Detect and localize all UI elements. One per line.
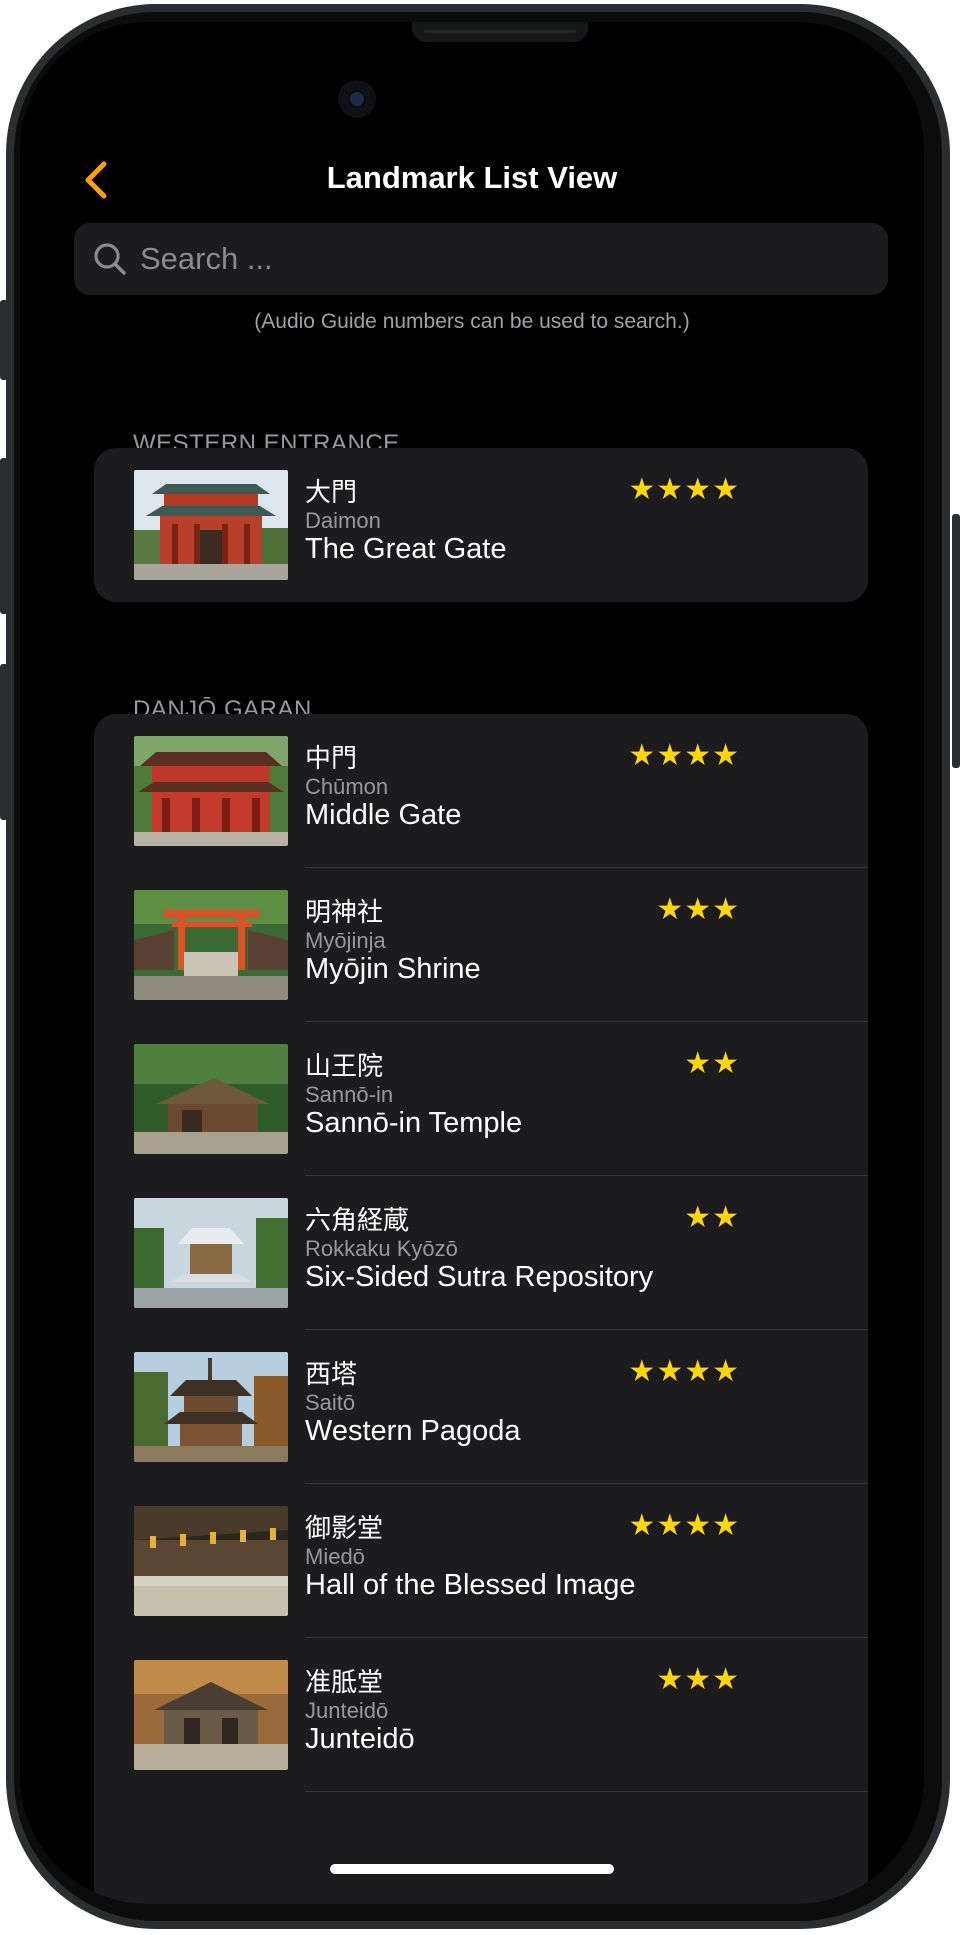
star-rating: ★★★★ xyxy=(628,473,740,506)
front-camera xyxy=(338,80,376,118)
landmark-english-name: Six-Sided Sutra Repository xyxy=(305,1261,654,1293)
landmark-row-junteido[interactable]: 准胝堂 Junteidō Junteidō ★★★ xyxy=(94,1638,868,1792)
landmark-english-name: The Great Gate xyxy=(305,533,507,565)
landmark-thumbnail xyxy=(134,470,288,580)
star-rating: ★★★★ xyxy=(628,1355,740,1388)
star-rating: ★★★★ xyxy=(628,739,740,772)
landmark-japanese-name: 御影堂 xyxy=(305,1514,384,1544)
earpiece-speaker xyxy=(412,22,588,42)
landmark-row-miedo[interactable]: 御影堂 Miedō Hall of the Blessed Image ★★★★ xyxy=(94,1484,868,1638)
landmark-japanese-name: 准胝堂 xyxy=(305,1668,384,1698)
landmark-english-name: Myōjin Shrine xyxy=(305,953,481,985)
landmark-romaji-name: Saitō xyxy=(305,1390,356,1415)
landmark-english-name: Hall of the Blessed Image xyxy=(305,1569,636,1601)
landmark-romaji-name: Junteidō xyxy=(305,1698,389,1723)
landmark-row-rokkaku-kyozo[interactable]: 六角経蔵 Rokkaku Kyōzō Six-Sided Sutra Repos… xyxy=(94,1176,868,1330)
action-button xyxy=(0,300,8,380)
row-divider xyxy=(305,1791,868,1792)
landmark-romaji-name: Chūmon xyxy=(305,774,389,799)
landmark-row-daimon[interactable]: 大門 Daimon The Great Gate ★★★★ xyxy=(94,448,868,602)
landmark-thumbnail xyxy=(134,1352,288,1462)
landmark-romaji-name: Rokkaku Kyōzō xyxy=(305,1236,458,1261)
star-rating: ★★ xyxy=(684,1047,740,1080)
landmark-romaji-name: Sannō-in xyxy=(305,1082,394,1107)
landmark-thumbnail xyxy=(134,1044,288,1154)
search-input[interactable] xyxy=(140,223,860,295)
home-indicator[interactable] xyxy=(330,1864,614,1874)
landmark-row-sanno-in[interactable]: 山王院 Sannō-in Sannō-in Temple ★★ xyxy=(94,1022,868,1176)
landmark-japanese-name: 山王院 xyxy=(305,1052,384,1082)
volume-up-button xyxy=(0,458,8,614)
star-rating: ★★★ xyxy=(656,893,740,926)
star-rating: ★★★★ xyxy=(628,1509,740,1542)
landmark-japanese-name: 六角経蔵 xyxy=(305,1206,410,1236)
landmark-thumbnail xyxy=(134,1198,288,1308)
star-rating: ★★ xyxy=(684,1201,740,1234)
landmark-row-saito[interactable]: 西塔 Saitō Western Pagoda ★★★★ xyxy=(94,1330,868,1484)
volume-down-button xyxy=(0,664,8,820)
landmark-english-name: Junteidō xyxy=(305,1723,415,1755)
side-button xyxy=(952,514,960,768)
landmark-japanese-name: 大門 xyxy=(305,478,358,508)
landmark-english-name: Middle Gate xyxy=(305,799,462,831)
star-rating: ★★★ xyxy=(656,1663,740,1696)
landmark-japanese-name: 明神社 xyxy=(305,898,384,928)
section-card-danjo-garan: 中門 Chūmon Middle Gate ★★★★ 明神社 Myōjinja … xyxy=(94,714,868,1904)
landmark-japanese-name: 西塔 xyxy=(305,1360,358,1390)
landmark-thumbnail xyxy=(134,890,288,1000)
landmark-romaji-name: Daimon xyxy=(305,508,381,533)
landmark-japanese-name: 中門 xyxy=(305,744,358,774)
section-card-western-entrance: 大門 Daimon The Great Gate ★★★★ xyxy=(94,448,868,602)
page-title: Landmark List View xyxy=(326,160,618,195)
landmark-english-name: Western Pagoda xyxy=(305,1415,521,1447)
search-icon xyxy=(94,243,126,275)
landmark-row-myojinja[interactable]: 明神社 Myōjinja Myōjin Shrine ★★★ xyxy=(94,868,868,1022)
landmark-romaji-name: Miedō xyxy=(305,1544,365,1569)
landmark-english-name: Sannō-in Temple xyxy=(305,1107,523,1139)
landmark-row-chumon[interactable]: 中門 Chūmon Middle Gate ★★★★ xyxy=(94,714,868,868)
search-bar[interactable] xyxy=(74,223,888,295)
landmark-thumbnail xyxy=(134,736,288,846)
landmark-thumbnail xyxy=(134,1506,288,1616)
landmark-romaji-name: Myōjinja xyxy=(305,928,386,953)
search-hint: (Audio Guide numbers can be used to sear… xyxy=(254,310,690,333)
landmark-thumbnail xyxy=(134,1660,288,1770)
screen: Landmark List View (Audio Guide numbers … xyxy=(20,22,924,1904)
